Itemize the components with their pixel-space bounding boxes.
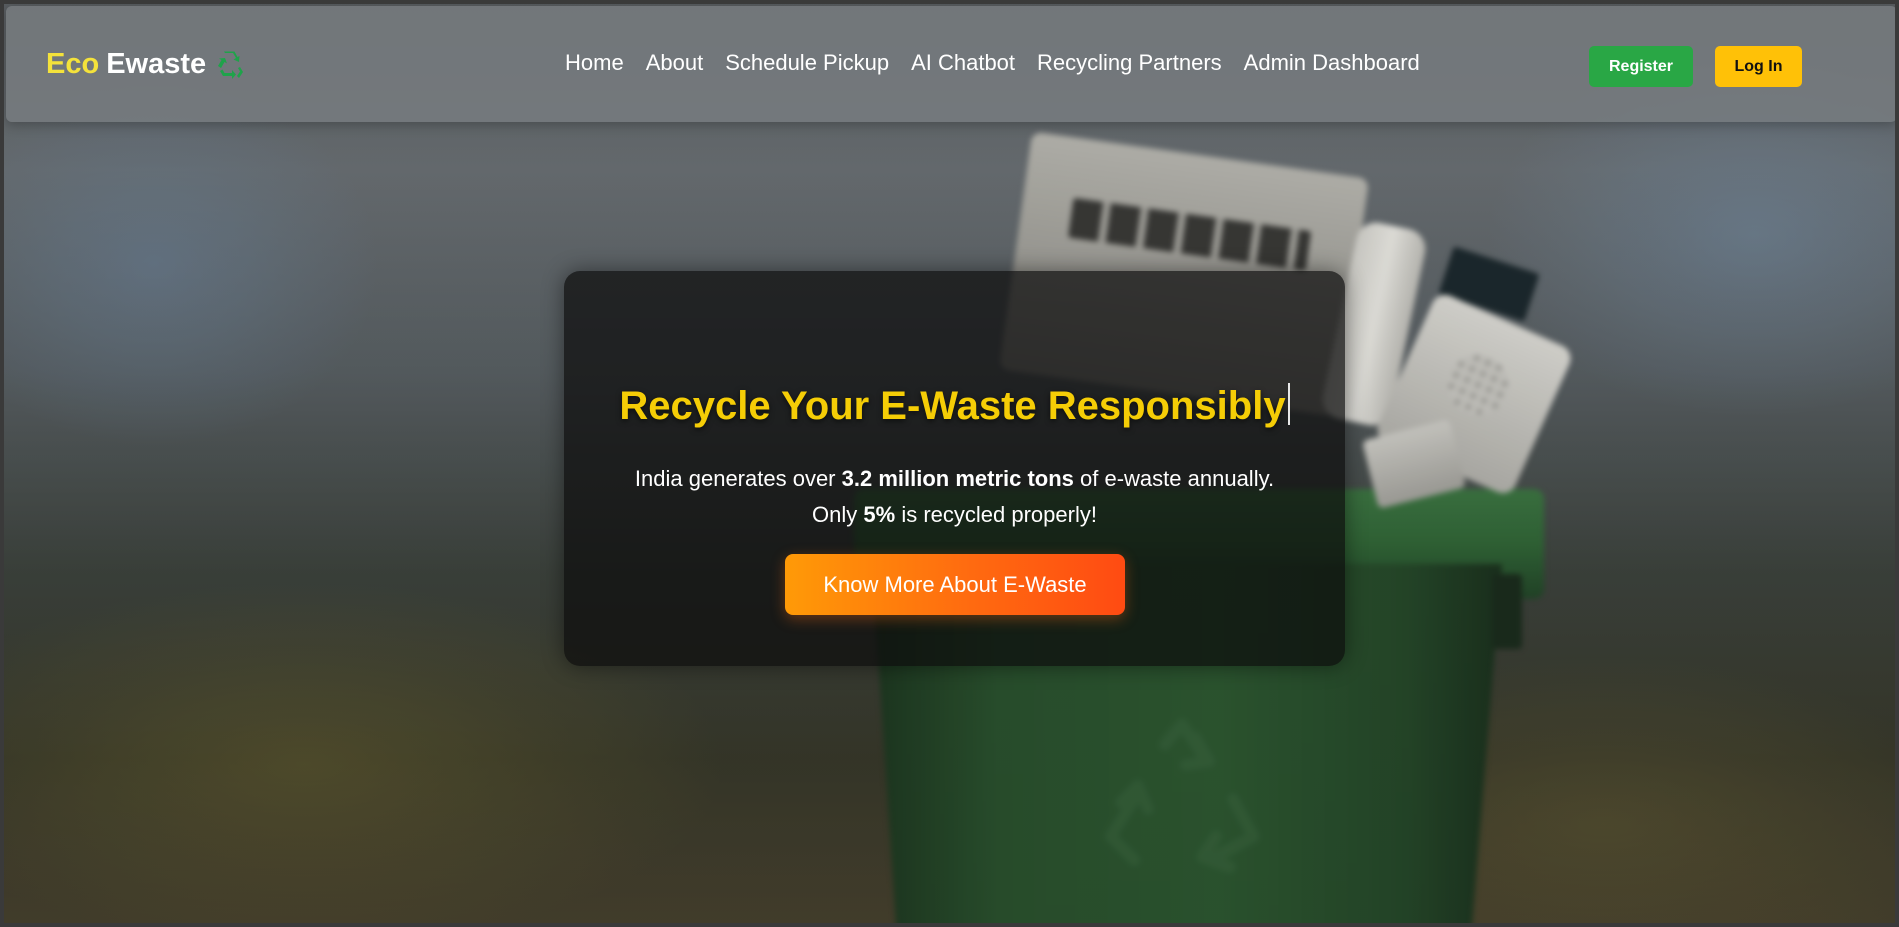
register-button[interactable]: Register (1589, 46, 1693, 87)
hero-line2-pre: Only (812, 502, 864, 527)
nav-home[interactable]: Home (565, 50, 624, 76)
hero-line1-pre: India generates over (634, 466, 842, 491)
nav-admin-dashboard[interactable]: Admin Dashboard (1244, 50, 1420, 76)
brand-logo[interactable]: Eco Ewaste (46, 48, 245, 81)
login-button[interactable]: Log In (1715, 46, 1802, 87)
brand-eco-text: Eco (46, 48, 100, 80)
brand-ewaste-text: Ewaste (106, 48, 207, 80)
nav-recycling-partners[interactable]: Recycling Partners (1037, 50, 1222, 76)
nav-about[interactable]: About (646, 50, 704, 76)
hero-card: Recycle Your E-Waste Responsibly India g… (564, 271, 1345, 666)
hero-description: India generates over 3.2 million metric … (564, 461, 1345, 533)
hero-line2-post: is recycled properly! (895, 502, 1097, 527)
hero-line1-post: of e-waste annually. (1073, 466, 1275, 491)
hero-title-wrap: Recycle Your E-Waste Responsibly (564, 383, 1345, 429)
nav-ai-chatbot[interactable]: AI Chatbot (911, 50, 1015, 76)
recycle-icon (218, 51, 244, 79)
know-more-button[interactable]: Know More About E-Waste (785, 554, 1125, 615)
hero-title: Recycle Your E-Waste Responsibly (619, 384, 1286, 428)
main-nav: Home About Schedule Pickup AI Chatbot Re… (565, 50, 1420, 76)
hero-line1-stat: 3.2 million metric tons (841, 466, 1074, 491)
text-cursor (1287, 383, 1290, 425)
hero-line2-stat: 5% (863, 502, 896, 527)
navbar: Eco Ewaste Home About Schedule Pickup AI… (6, 6, 1895, 122)
app-frame: Eco Ewaste Home About Schedule Pickup AI… (0, 0, 1899, 927)
nav-schedule-pickup[interactable]: Schedule Pickup (725, 50, 889, 76)
